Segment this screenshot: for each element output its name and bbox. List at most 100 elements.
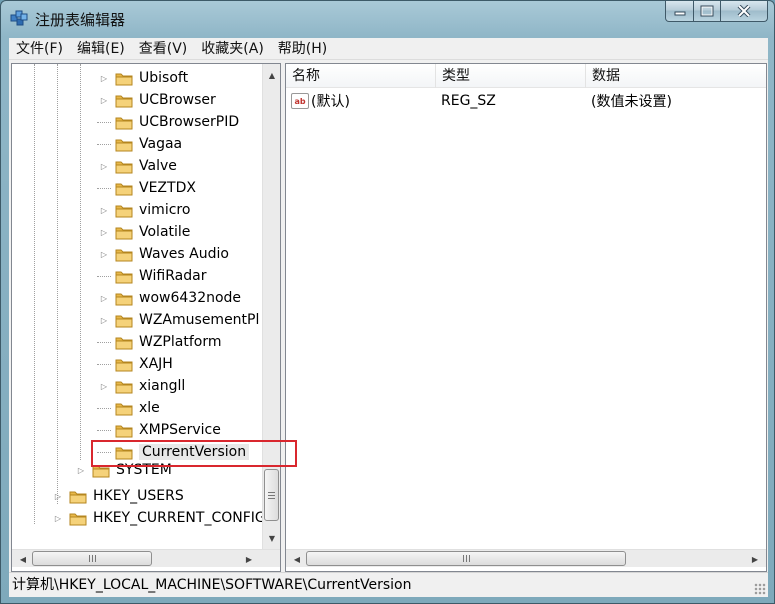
grip-icon — [268, 491, 275, 499]
close-button[interactable] — [721, 1, 768, 22]
expand-arrow-icon[interactable]: ▷ — [97, 379, 111, 393]
values-list-pane: 名称 类型 数据 ab (默认) REG_SZ (数值未设置) ◀ ▶ — [285, 63, 767, 572]
tree-node[interactable]: ▷ WZAmusementPl — [97, 309, 259, 331]
expand-arrow-icon[interactable]: ▷ — [74, 463, 88, 477]
title-bar[interactable]: 注册表编辑器 — [1, 1, 774, 37]
string-value-icon: ab — [291, 93, 309, 109]
tree-node[interactable]: ▷ Valve — [97, 155, 177, 177]
tree-node-label: vimicro — [139, 202, 191, 218]
menu-bar: 文件(F) 编辑(E) 查看(V) 收藏夹(A) 帮助(H) — [9, 38, 768, 60]
tree-node[interactable]: XAJH — [97, 353, 173, 375]
tree-node[interactable]: VEZTDX — [97, 177, 196, 199]
tree-node-label: Valve — [139, 158, 177, 174]
folder-icon — [115, 205, 133, 217]
caption-buttons — [665, 1, 768, 22]
column-header-type[interactable]: 类型 — [436, 64, 586, 88]
maximize-button[interactable] — [694, 1, 721, 22]
scroll-up-arrow[interactable]: ▲ — [263, 66, 280, 84]
folder-icon — [115, 73, 133, 85]
column-header-data[interactable]: 数据 — [586, 64, 766, 88]
tree-node[interactable]: WifiRadar — [97, 265, 206, 287]
expand-arrow-icon[interactable]: ▷ — [97, 313, 111, 327]
grip-icon — [462, 555, 470, 562]
regedit-app-icon — [10, 10, 28, 26]
expand-arrow-icon[interactable]: ▷ — [51, 511, 65, 525]
value-data: (数值未设置) — [591, 94, 672, 110]
menu-edit[interactable]: 编辑(E) — [70, 38, 132, 60]
tree-node[interactable]: xle — [97, 397, 160, 419]
menu-favorites[interactable]: 收藏夹(A) — [194, 38, 271, 60]
tree-node-root[interactable]: ▷ HKEY_CURRENT_CONFIG — [51, 507, 262, 529]
folder-icon — [115, 227, 133, 239]
expand-arrow-icon[interactable]: ▷ — [97, 247, 111, 261]
folder-icon — [115, 293, 133, 305]
tree-horizontal-scrollbar[interactable]: ◀ ▶ — [12, 549, 280, 567]
tree-node[interactable]: ▷ wow6432node — [97, 287, 241, 309]
tree-node-label: UCBrowserPID — [139, 114, 240, 130]
expand-arrow-icon[interactable]: ▷ — [51, 489, 65, 503]
highlight-box — [91, 440, 297, 467]
folder-icon — [115, 425, 133, 437]
scroll-thumb[interactable] — [264, 469, 279, 521]
tree-node-label: Vagaa — [139, 136, 183, 152]
tree-node-root[interactable]: ▷ HKEY_USERS — [51, 485, 184, 507]
tree-node-label: Volatile — [139, 224, 191, 240]
column-header-name[interactable]: 名称 — [286, 64, 436, 88]
folder-icon — [115, 315, 133, 327]
folder-icon — [69, 513, 87, 525]
tree-connector — [57, 64, 58, 504]
tree-node[interactable]: ▷ UCBrowser — [97, 89, 216, 111]
expand-arrow-icon[interactable]: ▷ — [97, 291, 111, 305]
expand-arrow-icon[interactable]: ▷ — [97, 203, 111, 217]
close-icon — [737, 5, 751, 17]
folder-icon — [115, 403, 133, 415]
tree-node[interactable]: ▷ xiangll — [97, 375, 185, 397]
folder-icon — [115, 271, 133, 283]
list-horizontal-scrollbar[interactable]: ◀ ▶ — [286, 549, 766, 567]
tree-node-label: XMPService — [139, 422, 221, 438]
scroll-thumb[interactable] — [32, 551, 152, 566]
tree-node[interactable]: ▷ Waves Audio — [97, 243, 229, 265]
tree-node[interactable]: ▷ Ubisoft — [97, 67, 188, 89]
tree-node[interactable]: ▷ vimicro — [97, 199, 191, 221]
value-row[interactable]: ab (默认) REG_SZ (数值未设置) — [286, 89, 672, 113]
minimize-icon — [674, 11, 685, 16]
tree-node[interactable]: XMPService — [97, 419, 221, 441]
scroll-thumb[interactable] — [306, 551, 626, 566]
folder-icon — [115, 337, 133, 349]
value-type: REG_SZ — [441, 93, 496, 109]
tree-node-label: VEZTDX — [139, 180, 196, 196]
tree-connector — [80, 64, 81, 460]
scroll-down-arrow[interactable]: ▼ — [263, 529, 280, 547]
tree-node[interactable]: Vagaa — [97, 133, 182, 155]
tree-connector — [97, 122, 111, 123]
expand-arrow-icon[interactable]: ▷ — [97, 225, 111, 239]
resize-grip-icon[interactable] — [754, 583, 766, 595]
scroll-right-arrow[interactable]: ▶ — [240, 550, 258, 568]
tree-node-label: xiangll — [139, 378, 186, 394]
tree-node[interactable]: ▷ Volatile — [97, 221, 190, 243]
tree-node[interactable]: UCBrowserPID — [97, 111, 239, 133]
folder-icon — [115, 359, 133, 371]
expand-arrow-icon[interactable]: ▷ — [97, 71, 111, 85]
status-path: 计算机\HKEY_LOCAL_MACHINE\SOFTWARE\CurrentV… — [12, 577, 412, 593]
tree-connector — [97, 188, 111, 189]
folder-icon — [115, 183, 133, 195]
menu-view[interactable]: 查看(V) — [132, 38, 195, 60]
tree-connector — [97, 144, 111, 145]
scroll-left-arrow[interactable]: ◀ — [14, 550, 32, 568]
key-tree[interactable]: ▷ Ubisoft ▷ UCBrowser UCBrowserPID Vagaa ▷ Valv… — [12, 64, 262, 549]
tree-connector — [97, 342, 111, 343]
tree-node-label: WifiRadar — [139, 268, 207, 284]
expand-arrow-icon[interactable]: ▷ — [97, 159, 111, 173]
scroll-right-arrow[interactable]: ▶ — [746, 550, 764, 568]
minimize-button[interactable] — [665, 1, 694, 22]
folder-icon — [115, 381, 133, 393]
scroll-left-arrow[interactable]: ◀ — [288, 550, 306, 568]
tree-connector — [34, 64, 35, 524]
tree-node[interactable]: WZPlatform — [97, 331, 221, 353]
menu-file[interactable]: 文件(F) — [9, 38, 70, 60]
menu-help[interactable]: 帮助(H) — [271, 38, 334, 60]
expand-arrow-icon[interactable]: ▷ — [97, 93, 111, 107]
tree-vertical-scrollbar[interactable]: ▲ ▼ — [262, 64, 280, 549]
